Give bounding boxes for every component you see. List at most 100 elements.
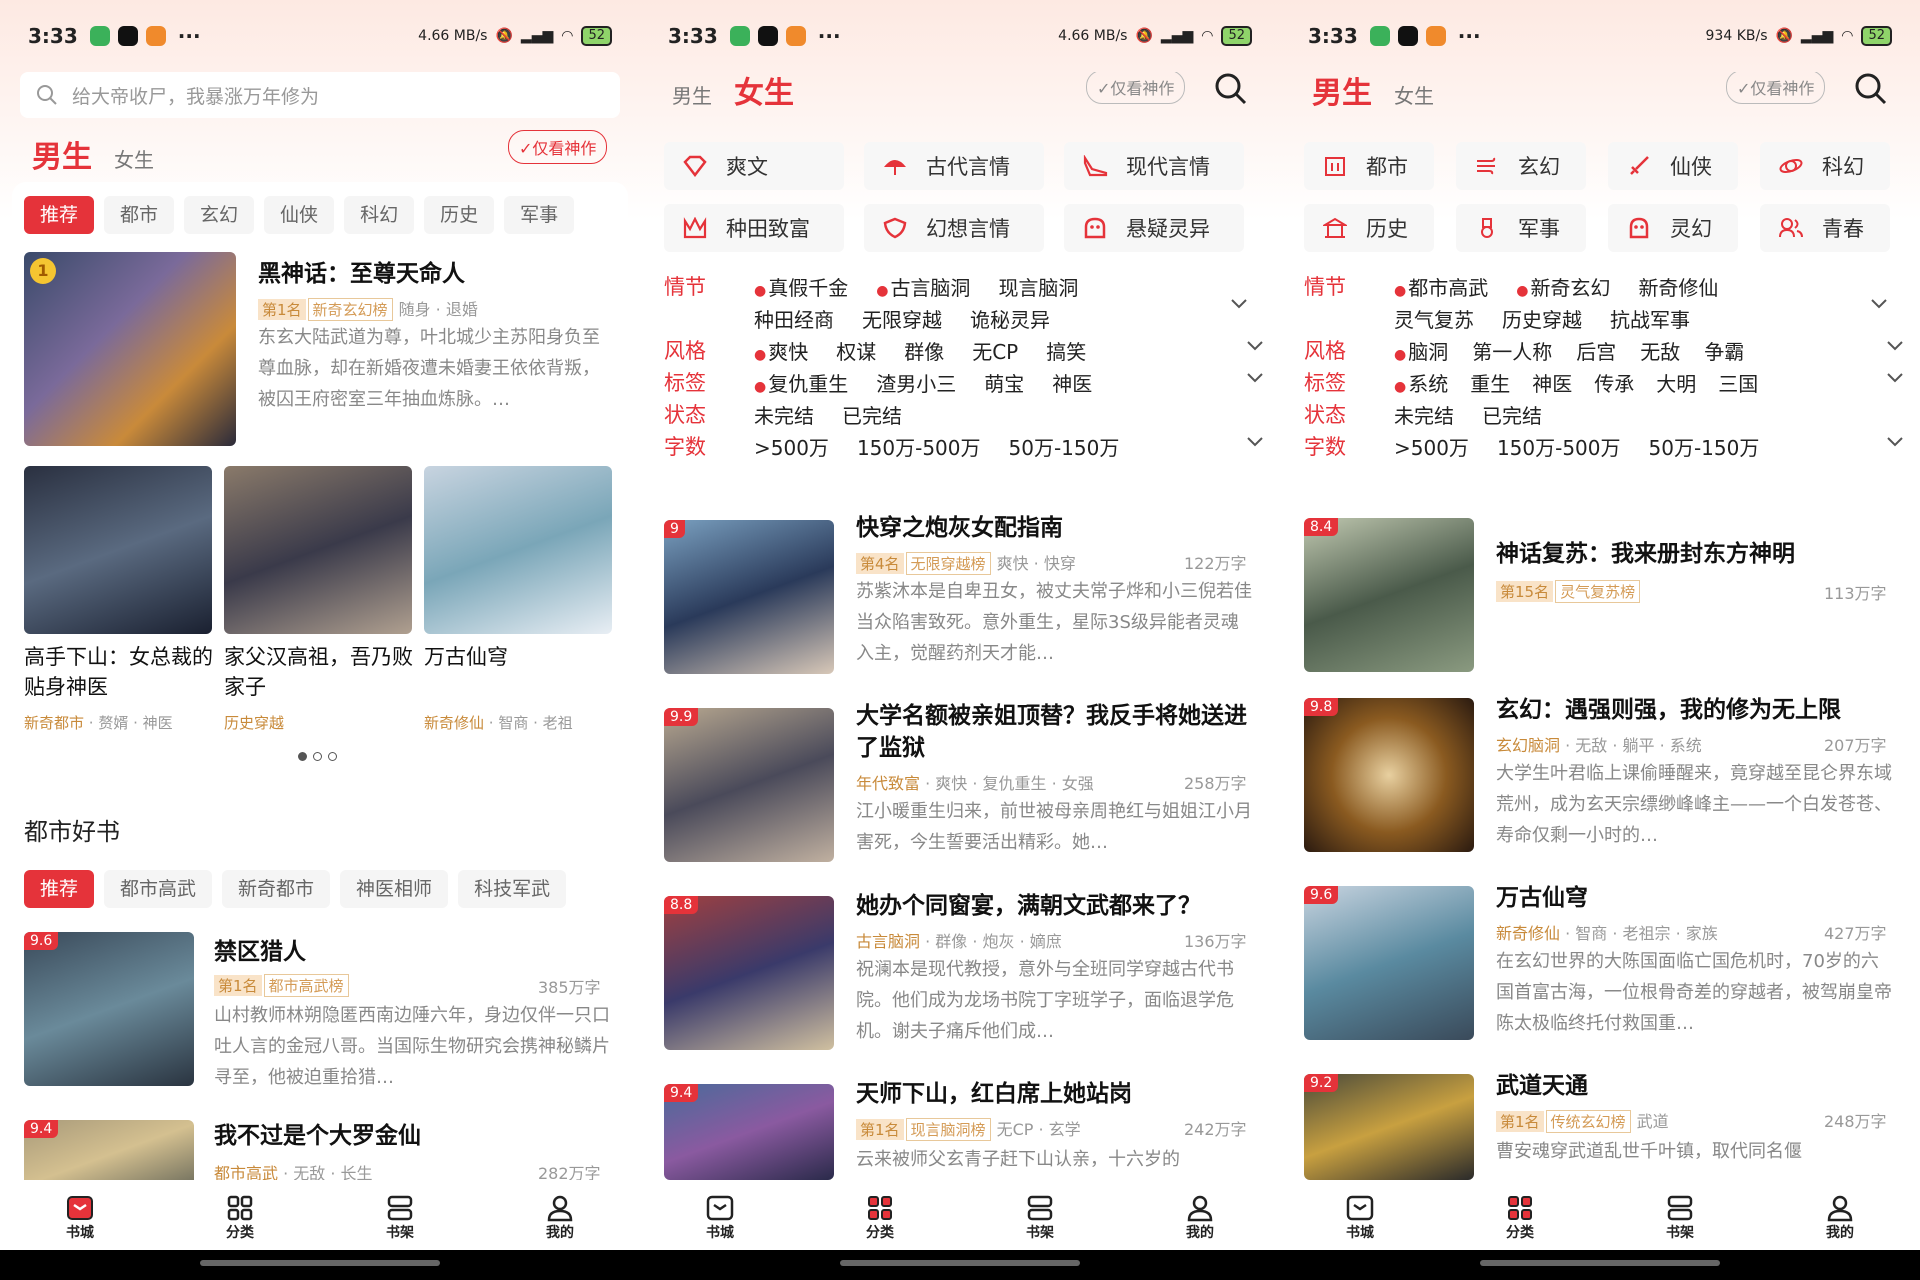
tab-female[interactable]: 女生 [114,144,154,173]
book-title[interactable]: 神话复苏：我来册封东方神明 [1496,538,1795,570]
category-tile[interactable]: 军事 [1456,204,1586,252]
filter-option[interactable]: 后宫 [1576,336,1616,365]
filter-option[interactable]: 第一人称 [1472,336,1552,365]
nav-bookshelf[interactable]: 书架 [960,1180,1120,1250]
tab-male[interactable]: 男生 [672,80,712,109]
nav-bookstore[interactable]: 书城 [0,1180,160,1250]
book-cover[interactable]: 8.4 [1304,518,1474,672]
filter-option[interactable]: ● 脑洞 [1394,336,1448,365]
book-cover[interactable] [224,466,412,634]
filter-option[interactable]: 搞笑 [1046,336,1086,365]
filter-option[interactable]: 权谋 [836,336,876,365]
category-tile[interactable]: 青春 [1760,204,1890,252]
chevron-down-icon[interactable] [1886,436,1904,448]
chevron-down-icon[interactable] [1870,298,1888,310]
filter-option[interactable]: 现言脑洞 [998,272,1078,301]
book-cover[interactable]: 9.9 [664,708,834,862]
filter-option[interactable]: >500万 [754,432,829,461]
category-tile[interactable]: 玄幻 [1456,142,1586,190]
book-title[interactable]: 家父汉高祖，吾乃败家子 [224,642,414,702]
book-title[interactable]: 高手下山：女总裁的贴身神医 [24,642,214,702]
book-cover[interactable] [424,466,612,634]
chip-subgenre[interactable]: 神医相师 [340,870,449,908]
filter-option[interactable]: 50万-150万 [1009,432,1120,461]
filter-option[interactable]: 抗战军事 [1610,304,1690,333]
book-cover[interactable]: 9.8 [1304,698,1474,852]
nav-profile[interactable]: 我的 [480,1180,640,1250]
filter-option[interactable]: ● 真假千金 [754,272,848,301]
chip-subgenre[interactable]: 都市高武 [104,870,213,908]
nav-bookstore[interactable]: 书城 [1280,1180,1440,1250]
only-masterpiece-toggle[interactable]: ✓仅看神作 [1086,72,1186,104]
nav-bookshelf[interactable]: 书架 [320,1180,480,1250]
chip-subgenre[interactable]: 科技军武 [458,870,567,908]
filter-option[interactable]: 三国 [1718,368,1758,397]
filter-option[interactable]: 神医 [1052,368,1092,397]
filter-option[interactable]: 无CP [972,336,1018,365]
filter-option[interactable]: 种田经商 [754,304,834,333]
category-tile[interactable]: 古代言情 [864,142,1044,190]
book-cover[interactable]: 9 [664,520,834,674]
filter-option[interactable]: ● 古言脑洞 [876,272,970,301]
home-indicator[interactable] [640,1250,1280,1280]
chip-genre[interactable]: 历史 [424,196,495,234]
nav-profile[interactable]: 我的 [1120,1180,1280,1250]
filter-option[interactable]: 已完结 [842,400,902,429]
filter-option[interactable]: 50万-150万 [1649,432,1760,461]
filter-option[interactable]: 未完结 [1394,400,1454,429]
book-title[interactable]: 黑神话：至尊天命人 [258,258,465,290]
chip-genre[interactable]: 军事 [504,196,575,234]
search-icon[interactable] [1214,72,1248,106]
only-masterpiece-toggle[interactable]: ✓仅看神作 [508,130,608,164]
book-cover[interactable]: 9.2 [1304,1074,1474,1180]
nav-bookstore[interactable]: 书城 [640,1180,800,1250]
book-cover[interactable]: 9.6 [24,932,194,1086]
filter-option[interactable]: >500万 [1394,432,1469,461]
book-title[interactable]: 大学名额被亲姐顶替？我反手将她送进了监狱 [856,700,1256,764]
category-tile[interactable]: 灵幻 [1608,204,1738,252]
filter-option[interactable]: 神医 [1532,368,1572,397]
category-tile[interactable]: 幻想言情 [864,204,1044,252]
chevron-down-icon[interactable] [1246,436,1264,448]
book-title[interactable]: 万古仙穹 [424,642,614,672]
book-title[interactable]: 武道天通 [1496,1070,1588,1102]
filter-option[interactable]: ● 爽快 [754,336,808,365]
book-title[interactable]: 禁区猎人 [214,936,306,968]
nav-category[interactable]: 分类 [160,1180,320,1250]
filter-option[interactable]: 150万-500万 [857,432,981,461]
nav-profile[interactable]: 我的 [1760,1180,1920,1250]
chip-recommend[interactable]: 推荐 [24,870,95,908]
book-title[interactable]: 我不过是个大罗金仙 [214,1120,421,1152]
filter-option[interactable]: 群像 [904,336,944,365]
only-masterpiece-toggle[interactable]: ✓仅看神作 [1726,72,1826,104]
book-title[interactable]: 玄幻：遇强则强，我的修为无上限 [1496,694,1841,726]
filter-option[interactable]: 150万-500万 [1497,432,1621,461]
book-title[interactable]: 她办个同窗宴，满朝文武都来了？ [856,890,1201,922]
tab-male[interactable]: 男生 [32,132,92,180]
book-cover[interactable]: 8.8 [664,896,834,1050]
filter-option[interactable]: 萌宝 [984,368,1024,397]
chevron-down-icon[interactable] [1246,340,1264,352]
chip-recommend[interactable]: 推荐 [24,196,95,234]
filter-option[interactable]: 渣男小三 [876,368,956,397]
filter-option[interactable]: 未完结 [754,400,814,429]
chip-genre[interactable]: 都市 [104,196,175,234]
nav-bookshelf[interactable]: 书架 [1600,1180,1760,1250]
home-indicator[interactable] [0,1250,640,1280]
search-icon[interactable] [1854,72,1888,106]
chip-genre[interactable]: 科幻 [344,196,415,234]
filter-option[interactable]: 无限穿越 [862,304,942,333]
filter-option[interactable]: 新奇修仙 [1638,272,1718,301]
book-cover[interactable]: 9.4 [24,1120,194,1180]
book-cover[interactable]: 9.4 [664,1084,834,1180]
filter-option[interactable]: 灵气复苏 [1394,304,1474,333]
book-title[interactable]: 万古仙穹 [1496,882,1588,914]
filter-option[interactable]: 历史穿越 [1502,304,1582,333]
tab-female[interactable]: 女生 [1394,80,1434,109]
nav-category[interactable]: 分类 [800,1180,960,1250]
tab-female[interactable]: 女生 [734,72,794,116]
category-tile[interactable]: 仙侠 [1608,142,1738,190]
home-indicator[interactable] [1280,1250,1920,1280]
category-tile[interactable]: 现代言情 [1064,142,1244,190]
book-cover[interactable] [24,466,212,634]
